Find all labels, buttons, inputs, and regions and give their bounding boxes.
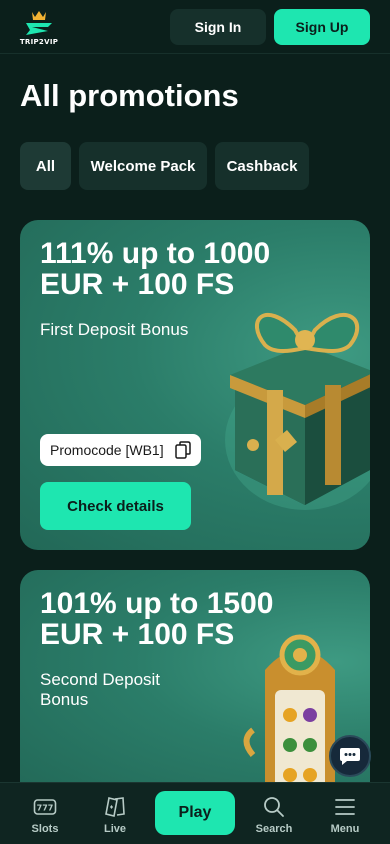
gift-box-icon <box>225 312 370 510</box>
nav-search[interactable]: Search <box>244 783 304 844</box>
nav-slots-label: Slots <box>31 823 59 835</box>
promocode-field[interactable]: Promocode [WB1] <box>40 434 201 466</box>
bottom-nav: 777 Slots Live Play Search Menu <box>0 782 390 844</box>
promotion-title: 101% up to 1500 EUR + 100 FS <box>40 587 274 651</box>
nav-menu-label: Menu <box>330 823 360 835</box>
nav-live[interactable]: Live <box>85 783 145 844</box>
nav-search-label: Search <box>255 823 293 835</box>
promotion-subtitle: First Deposit Bonus <box>40 320 189 339</box>
nav-menu[interactable]: Menu <box>315 783 375 844</box>
menu-icon <box>335 799 355 815</box>
chat-icon <box>340 748 360 765</box>
chat-button[interactable] <box>329 735 371 777</box>
page-title: All promotions <box>20 78 239 113</box>
play-button[interactable]: Play <box>155 791 235 835</box>
check-details-button[interactable]: Check details <box>40 482 191 530</box>
logo[interactable]: TRIP2VIP <box>18 8 60 46</box>
promotion-subtitle: Second Deposit Bonus <box>40 670 161 709</box>
copy-icon[interactable] <box>175 441 191 459</box>
promocode-text: Promocode [WB1] <box>50 442 164 458</box>
crown-icon <box>26 11 52 35</box>
promotion-card[interactable]: 111% up to 1000 EUR + 100 FS First Depos… <box>20 220 370 550</box>
logo-text: TRIP2VIP <box>19 38 59 46</box>
header: TRIP2VIP Sign In Sign Up <box>0 0 390 54</box>
sign-in-button[interactable]: Sign In <box>170 9 266 45</box>
slots-icon: 777 <box>33 799 57 815</box>
promotion-title: 111% up to 1000 EUR + 100 FS <box>40 237 271 301</box>
tab-all[interactable]: All <box>20 142 71 190</box>
search-icon <box>264 797 284 817</box>
sign-up-button[interactable]: Sign Up <box>274 9 370 45</box>
promotion-card[interactable]: 101% up to 1500 EUR + 100 FS Second Depo… <box>20 570 370 800</box>
live-cards-icon <box>105 797 125 817</box>
nav-live-label: Live <box>103 823 126 835</box>
tab-cashback[interactable]: Cashback <box>215 142 309 190</box>
tab-welcome-pack[interactable]: Welcome Pack <box>79 142 207 190</box>
nav-slots[interactable]: 777 Slots <box>15 783 75 844</box>
svg-text:777: 777 <box>37 804 54 813</box>
